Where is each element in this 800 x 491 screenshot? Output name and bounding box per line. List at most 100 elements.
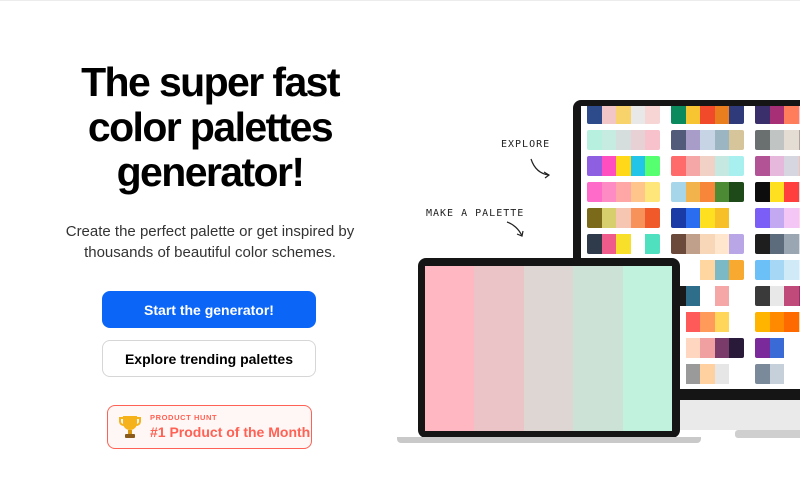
monitor-palette [587, 182, 660, 202]
palette-swatch [784, 182, 799, 202]
palette-swatch [685, 312, 701, 332]
palette-swatch [784, 312, 799, 332]
palette-swatch [714, 260, 730, 280]
palette-swatch [616, 208, 631, 228]
laptop-swatch [622, 266, 672, 431]
palette-swatch [769, 130, 785, 150]
palette-swatch [700, 106, 715, 124]
monitor-palette [755, 260, 800, 280]
palette-swatch [729, 338, 744, 358]
palette-swatch [601, 156, 617, 176]
palette-swatch [700, 364, 715, 384]
palette-swatch [616, 234, 631, 254]
palette-swatch [714, 234, 730, 254]
monitor-palette [755, 234, 800, 254]
palette-swatch [729, 260, 744, 280]
palette-swatch [769, 364, 785, 384]
monitor-palette [587, 156, 660, 176]
palette-swatch [769, 260, 785, 280]
monitor-palette [755, 106, 800, 124]
palette-swatch [601, 130, 617, 150]
palette-swatch [700, 182, 715, 202]
palette-swatch [729, 286, 744, 306]
palette-swatch [729, 234, 744, 254]
laptop-base [397, 437, 701, 443]
monitor-palette [755, 130, 800, 150]
palette-swatch [700, 312, 715, 332]
monitor-palette [755, 286, 800, 306]
monitor-palette [671, 338, 744, 358]
monitor-palette [755, 208, 800, 228]
palette-swatch [714, 208, 730, 228]
explore-annotation: EXPLORE [501, 139, 551, 150]
monitor-palette [755, 312, 800, 332]
palette-swatch [700, 208, 715, 228]
palette-swatch [714, 364, 730, 384]
palette-swatch [729, 130, 744, 150]
product-hunt-badge[interactable]: PRODUCT HUNT #1 Product of the Month [107, 405, 312, 449]
palette-swatch [685, 106, 701, 124]
palette-swatch [714, 312, 730, 332]
palette-swatch [601, 182, 617, 202]
palette-swatch [645, 106, 660, 124]
palette-swatch [630, 234, 646, 254]
monitor-palette [671, 130, 744, 150]
top-border [0, 0, 800, 1]
palette-swatch [645, 208, 660, 228]
palette-swatch [587, 130, 602, 150]
palette-swatch [755, 260, 770, 280]
monitor-palette [671, 260, 744, 280]
hero-title: The super fast color palettes generator! [40, 60, 380, 195]
palette-swatch [729, 182, 744, 202]
palette-swatch [714, 130, 730, 150]
palette-swatch [714, 106, 730, 124]
palette-swatch [671, 106, 686, 124]
palette-swatch [671, 156, 686, 176]
palette-swatch [587, 156, 602, 176]
palette-swatch [700, 338, 715, 358]
palette-swatch [601, 208, 617, 228]
product-hunt-text: PRODUCT HUNT #1 Product of the Month [150, 413, 310, 441]
monitor-palette [671, 182, 744, 202]
palette-swatch [671, 182, 686, 202]
hero-title-line-2: color palettes [87, 104, 334, 150]
palette-swatch [755, 234, 770, 254]
palette-swatch [671, 208, 686, 228]
hero-subtitle-line-2: thousands of beautiful color schemes. [84, 244, 336, 261]
monitor-palette [671, 286, 744, 306]
palette-swatch [630, 182, 646, 202]
palette-swatch [755, 156, 770, 176]
monitor-palette [671, 364, 744, 384]
palette-swatch [729, 208, 744, 228]
palette-swatch [645, 130, 660, 150]
monitor-palette [587, 130, 660, 150]
palette-swatch [769, 106, 785, 124]
palette-swatch [685, 208, 701, 228]
palette-swatch [769, 286, 785, 306]
palette-swatch [784, 364, 799, 384]
product-hunt-label: PRODUCT HUNT [150, 413, 218, 422]
palette-swatch [729, 156, 744, 176]
make-palette-annotation: MAKE A PALETTE [426, 208, 525, 219]
palette-swatch [729, 106, 744, 124]
palette-swatch [755, 106, 770, 124]
monitor-palette [671, 234, 744, 254]
palette-swatch [784, 156, 799, 176]
palette-swatch [755, 364, 770, 384]
palette-swatch [645, 234, 660, 254]
start-generator-button[interactable]: Start the generator! [102, 291, 316, 328]
palette-swatch [714, 156, 730, 176]
palette-swatch [700, 286, 715, 306]
palette-swatch [685, 156, 701, 176]
palette-swatch [601, 106, 617, 124]
explore-arrow-icon [530, 158, 551, 179]
palette-swatch [700, 156, 715, 176]
palette-swatch [784, 286, 799, 306]
laptop-swatch [573, 266, 623, 431]
palette-swatch [645, 182, 660, 202]
palette-swatch [630, 208, 646, 228]
explore-trending-button[interactable]: Explore trending palettes [102, 340, 316, 377]
palette-swatch [755, 208, 770, 228]
palette-swatch [616, 182, 631, 202]
palette-swatch [714, 286, 730, 306]
